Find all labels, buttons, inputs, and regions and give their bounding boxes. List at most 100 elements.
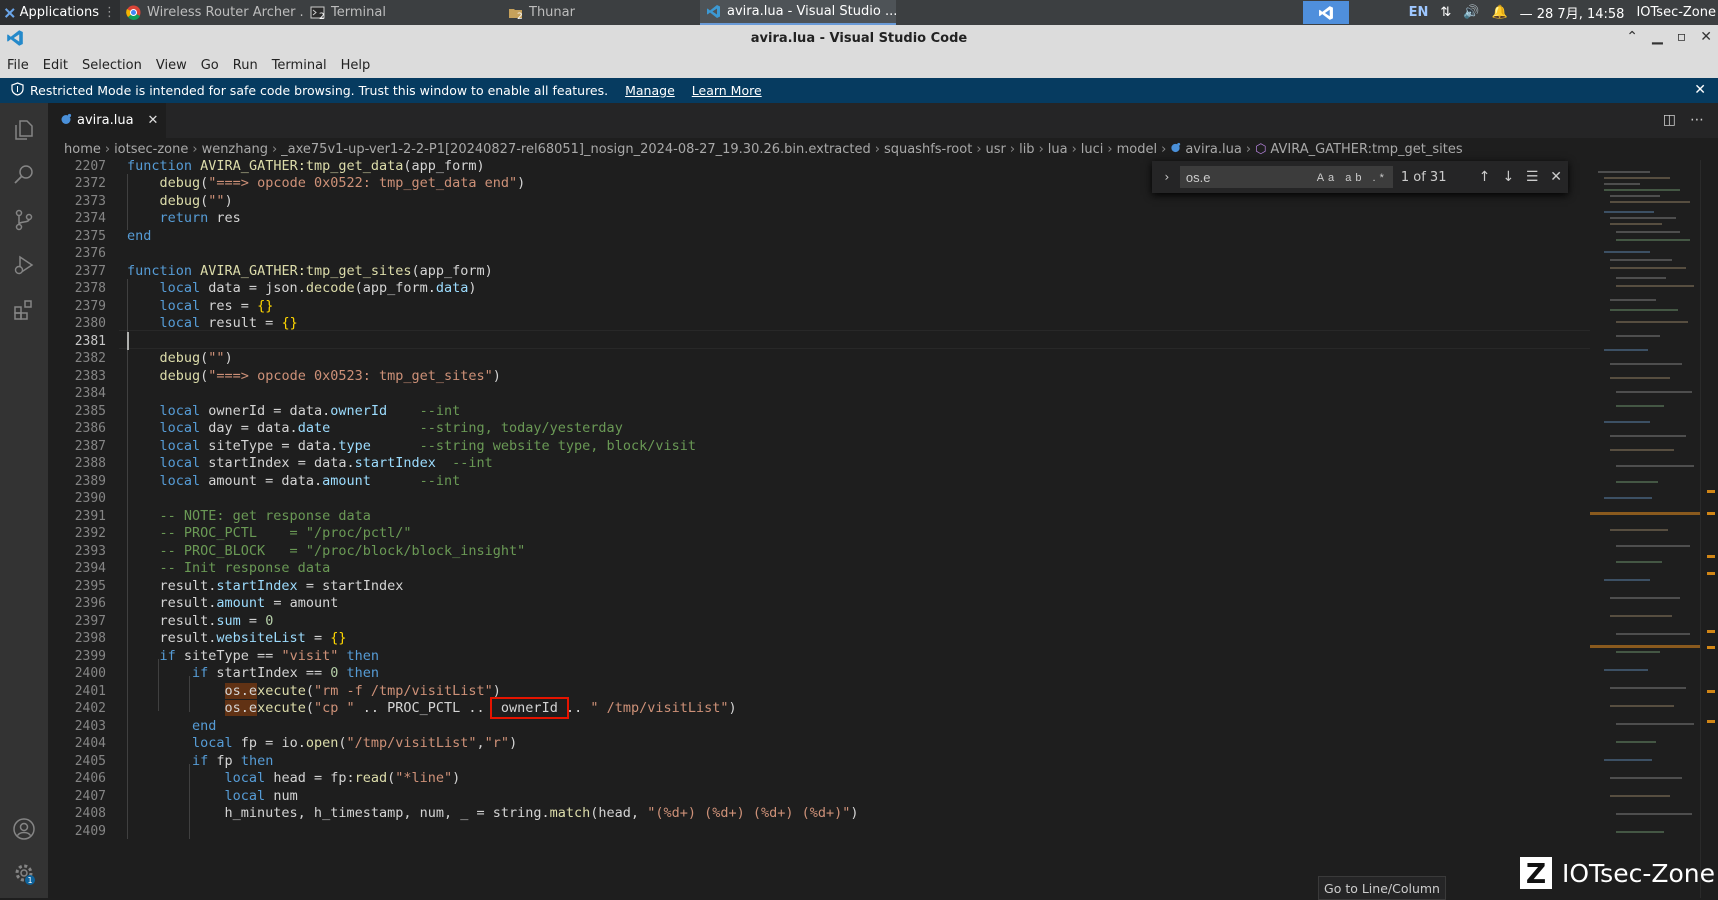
code-line: local head = fp:read("*line") [224, 770, 461, 786]
method-cube-icon: ⬡ [1255, 141, 1267, 157]
task-thunar-label: Thunar [529, 5, 575, 20]
breadcrumb-item[interactable]: lib [1019, 142, 1034, 157]
apps-separator: ⋮ [103, 5, 116, 20]
code-line: -- Init response data [159, 560, 331, 576]
line-number: 2403 [74, 718, 106, 734]
explorer-files-icon[interactable] [12, 118, 36, 142]
breadcrumb-item[interactable]: avira.lua [1185, 142, 1242, 157]
menu-go[interactable]: Go [194, 58, 226, 73]
line-number: 2373 [74, 193, 106, 209]
breadcrumb-item[interactable]: luci [1081, 142, 1104, 157]
breadcrumb-item[interactable]: usr [986, 142, 1006, 157]
find-options[interactable]: Aa ab .* [1317, 167, 1388, 189]
task-thunar[interactable]: 2 Thunar [502, 0, 700, 25]
find-close-icon[interactable]: ✕ [1544, 169, 1568, 185]
breadcrumb-item[interactable]: home [64, 142, 101, 157]
menu-selection[interactable]: Selection [75, 58, 149, 73]
search-match-marker [1707, 646, 1715, 649]
menu-help[interactable]: Help [334, 58, 378, 73]
code-line: result.websiteList = {} [127, 630, 347, 646]
banner-learn-more-link[interactable]: Learn More [692, 83, 762, 98]
code-line: local amount = data.amount --int [159, 472, 461, 489]
find-widget: › os.e Aa ab .* 1 of 31 ↑ ↓ ☰ ✕ [1152, 161, 1568, 193]
breadcrumb-item[interactable]: squashfs-root [884, 142, 972, 157]
code-editor[interactable]: 2207 2372 2373 2374 2375 2376 2377 2378 … [48, 160, 1590, 898]
code-line: result.amount = amount [127, 595, 339, 611]
user-name[interactable]: IOTsec-Zone [1636, 5, 1716, 20]
vscode-logo-icon [6, 29, 24, 51]
line-number: 2409 [74, 823, 106, 839]
network-icon[interactable]: ⇅ [1440, 5, 1451, 20]
current-line-highlight [119, 330, 1590, 349]
vscode-icon [706, 4, 721, 19]
menu-run[interactable]: Run [226, 58, 265, 73]
xfce-icon [4, 7, 15, 18]
breadcrumb-item[interactable]: lua [1048, 142, 1068, 157]
code-line: -- PROC_PCTL = "/proc/pctl/" [159, 525, 412, 541]
banner-close-icon[interactable]: ✕ [1694, 82, 1706, 98]
settings-gear-icon[interactable]: 1 [12, 861, 36, 885]
applications-menu-button[interactable]: Applications ⋮ [0, 0, 120, 25]
breadcrumb-item[interactable]: _axe75v1-up-ver1-2-2-P1[20240827-rel6805… [281, 142, 871, 157]
workspace-switcher[interactable] [1302, 1, 1349, 24]
account-icon[interactable] [12, 817, 36, 841]
task-vscode[interactable]: avira.lua - Visual Studio ... [700, 0, 896, 25]
extensions-icon[interactable] [12, 298, 36, 322]
notification-bell-icon[interactable]: 🔔 [1491, 5, 1507, 20]
breadcrumb-item[interactable]: model [1117, 142, 1157, 157]
menu-bar: File Edit Selection View Go Run Terminal… [0, 52, 1718, 78]
volume-icon[interactable]: 🔊 [1463, 5, 1479, 20]
vertical-scrollbar[interactable] [1700, 160, 1715, 898]
line-number: 2398 [74, 631, 106, 646]
line-number: 2383 [74, 368, 106, 384]
code-line: result.sum = 0 [127, 612, 274, 629]
previous-match-arrow-up-icon[interactable]: ↑ [1473, 169, 1497, 185]
window-restore-icon[interactable]: ▫ [1677, 29, 1687, 45]
code-line: end [192, 717, 217, 734]
menu-view[interactable]: View [149, 58, 194, 73]
breadcrumb-item[interactable]: iotsec-zone [114, 142, 188, 157]
split-editor-icon[interactable]: ◫ [1663, 112, 1676, 128]
minimap-code-preview [1590, 171, 1700, 833]
task-terminal[interactable]: 2 Terminal [304, 0, 502, 25]
find-input[interactable]: os.e Aa ab .* [1179, 166, 1393, 189]
chevron-right-icon: › [874, 141, 880, 157]
search-match-marker [1707, 512, 1715, 515]
next-match-arrow-down-icon[interactable]: ↓ [1496, 169, 1520, 185]
task-terminal-count: 2 [319, 12, 325, 22]
line-number: 2391 [74, 508, 106, 524]
keyboard-layout[interactable]: EN [1409, 5, 1429, 20]
window-close-icon[interactable]: ✕ [1700, 29, 1712, 45]
search-icon[interactable] [12, 163, 36, 187]
banner-manage-link[interactable]: Manage [625, 83, 675, 98]
menu-file[interactable]: File [0, 58, 36, 73]
menu-edit[interactable]: Edit [36, 58, 75, 73]
line-number: 2390 [74, 491, 106, 506]
task-browser[interactable]: Wireless Router Archer ... [120, 0, 304, 25]
go-to-line-column-button[interactable]: Go to Line/Column [1318, 876, 1446, 900]
code-line: if siteType == "visit" then [159, 647, 380, 664]
code-line: os.execute("rm -f /tmp/visitList") [224, 682, 501, 699]
toggle-replace-chevron-icon[interactable]: › [1158, 170, 1176, 184]
line-number-current: 2381 [74, 333, 106, 349]
find-in-selection-icon[interactable]: ☰ [1520, 169, 1544, 185]
tab-close-icon[interactable]: ✕ [148, 113, 159, 128]
window-titlebar: avira.lua - Visual Studio Code ⌃ ▁ ▫ ✕ [0, 25, 1718, 52]
source-control-icon[interactable] [12, 208, 36, 232]
task-terminal-label: Terminal [331, 5, 386, 20]
line-number: 2389 [74, 473, 106, 489]
minimap[interactable] [1590, 160, 1700, 898]
run-debug-icon[interactable] [12, 253, 36, 277]
clock[interactable]: — 28 7月, 14:58 [1520, 3, 1625, 22]
tab-avira-lua[interactable]: avira.lua ✕ [48, 103, 166, 138]
breadcrumb-item[interactable]: wenzhang [202, 142, 268, 157]
iotsec-zone-watermark: Z IOTsec-Zone [1520, 857, 1715, 890]
more-actions-icon[interactable]: ⋯ [1690, 112, 1704, 128]
code-line: debug("===> opcode 0x0522: tmp_get_data … [159, 175, 526, 191]
menu-terminal[interactable]: Terminal [265, 58, 334, 73]
window-minimize-icon[interactable]: ▁ [1652, 29, 1663, 45]
code-line: -- PROC_BLOCK = "/proc/block/block_insig… [159, 542, 526, 559]
breadcrumb-item[interactable]: AVIRA_GATHER:tmp_get_sites [1270, 142, 1462, 157]
window-maximize-chevron-icon[interactable]: ⌃ [1626, 29, 1638, 45]
line-number: 2375 [74, 228, 106, 244]
